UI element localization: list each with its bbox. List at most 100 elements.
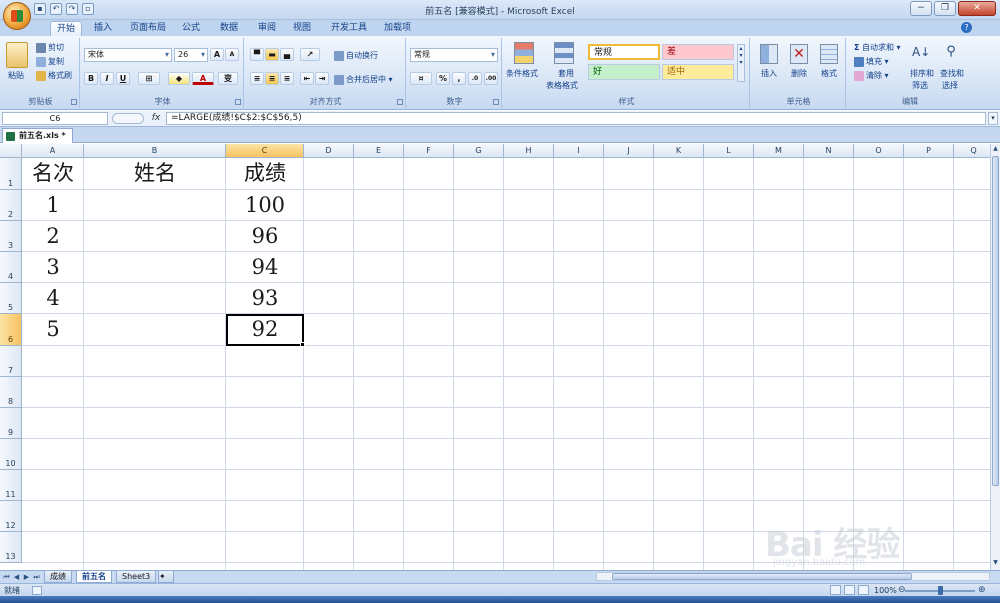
style-bad[interactable]: 差 xyxy=(662,44,734,60)
find-select-label-2[interactable]: 选择 xyxy=(942,80,958,91)
cell-a4[interactable]: 3 xyxy=(22,252,84,283)
column-header[interactable]: P xyxy=(904,144,954,158)
row-header[interactable]: 5 xyxy=(0,283,22,314)
cell-c5[interactable]: 93 xyxy=(226,283,304,314)
ribbon-tab[interactable]: 视图 xyxy=(287,21,317,36)
align-right-button[interactable]: ≡ xyxy=(280,72,294,85)
row-header[interactable]: 2 xyxy=(0,190,22,221)
style-good[interactable]: 好 xyxy=(588,64,660,80)
row-header[interactable]: 4 xyxy=(0,252,22,283)
cell-b1[interactable]: 姓名 xyxy=(84,158,226,190)
fill-color-button[interactable]: ◆ xyxy=(168,72,190,85)
insert-cells-icon[interactable] xyxy=(760,44,778,64)
align-middle-button[interactable]: ▬ xyxy=(265,48,279,61)
ribbon-tab[interactable]: 插入 xyxy=(88,21,118,36)
zoom-level[interactable]: 100% xyxy=(874,585,897,596)
sheet-tab[interactable]: Sheet3 xyxy=(116,571,157,583)
zoom-slider-knob[interactable] xyxy=(938,586,943,595)
column-header[interactable]: O xyxy=(854,144,904,158)
column-header[interactable]: E xyxy=(354,144,404,158)
comma-button[interactable]: , xyxy=(452,72,466,85)
cell-a1[interactable]: 名次 xyxy=(22,158,84,190)
vertical-scroll-thumb[interactable] xyxy=(992,156,999,486)
column-header[interactable]: M xyxy=(754,144,804,158)
row-header[interactable]: 12 xyxy=(0,501,22,532)
clear-button[interactable]: 清除 ▾ xyxy=(854,70,889,81)
formula-expand-handle[interactable] xyxy=(112,113,144,124)
macro-record-icon[interactable] xyxy=(32,586,42,595)
ribbon-tab[interactable]: 公式 xyxy=(176,21,206,36)
conditional-format-icon[interactable] xyxy=(514,42,534,64)
fill-handle[interactable] xyxy=(300,342,305,347)
conditional-format-button[interactable]: 条件格式 xyxy=(506,68,538,79)
font-size-select[interactable]: 26 xyxy=(174,48,208,62)
help-icon[interactable]: ? xyxy=(961,22,972,33)
column-header[interactable]: I xyxy=(554,144,604,158)
column-header[interactable]: C xyxy=(226,144,304,158)
italic-button[interactable]: I xyxy=(100,72,114,85)
decrease-decimal-button[interactable]: .00 xyxy=(484,72,498,85)
fill-button[interactable]: 填充 ▾ xyxy=(854,56,889,67)
row-header[interactable]: 9 xyxy=(0,408,22,439)
insert-function-icon[interactable]: fx xyxy=(148,112,164,125)
sort-filter-label-2[interactable]: 筛选 xyxy=(912,80,928,91)
sheet-tab[interactable]: 成绩 xyxy=(44,571,72,583)
sort-filter-icon[interactable]: A↓ xyxy=(912,42,930,62)
find-select-label-1[interactable]: 查找和 xyxy=(940,68,964,79)
column-header[interactable]: D xyxy=(304,144,354,158)
scroll-up-icon[interactable]: ▲ xyxy=(991,144,1000,154)
page-layout-view-icon[interactable] xyxy=(844,585,855,595)
align-bottom-button[interactable]: ▄ xyxy=(280,48,294,61)
row-header[interactable]: 1 xyxy=(0,158,22,190)
column-header[interactable]: N xyxy=(804,144,854,158)
column-header[interactable]: B xyxy=(84,144,226,158)
formula-input[interactable]: =LARGE(成绩!$C$2:$C$56,5) xyxy=(166,112,986,125)
row-header[interactable]: 8 xyxy=(0,377,22,408)
grow-font-button[interactable]: A xyxy=(210,48,224,61)
document-tab[interactable]: 前五名.xls * xyxy=(2,128,73,143)
paste-button[interactable]: 粘贴 xyxy=(8,70,24,81)
column-header[interactable]: J xyxy=(604,144,654,158)
row-header[interactable]: 13 xyxy=(0,532,22,563)
style-normal[interactable]: 常规 xyxy=(588,44,660,60)
shrink-font-button[interactable]: A xyxy=(225,48,239,61)
autosum-button[interactable]: Σ 自动求和 ▾ xyxy=(854,42,901,53)
formula-bar-expand-icon[interactable]: ▾ xyxy=(988,112,998,125)
cell-a6[interactable]: 5 xyxy=(22,314,84,346)
select-all-corner[interactable] xyxy=(0,144,22,158)
cell-a3[interactable]: 2 xyxy=(22,221,84,252)
paste-icon[interactable] xyxy=(6,42,28,68)
row-header[interactable]: 11 xyxy=(0,470,22,501)
format-painter-button[interactable]: 格式刷 xyxy=(36,70,72,81)
normal-view-icon[interactable] xyxy=(830,585,841,595)
format-cells-button[interactable]: 格式 xyxy=(821,68,837,79)
next-sheet-icon[interactable]: ▶ xyxy=(22,572,31,582)
align-left-button[interactable]: ≡ xyxy=(250,72,264,85)
cell-a5[interactable]: 4 xyxy=(22,283,84,314)
column-header[interactable]: K xyxy=(654,144,704,158)
cut-button[interactable]: 剪切 xyxy=(36,42,64,53)
clipboard-launcher-icon[interactable] xyxy=(71,99,77,105)
format-as-table-label-2[interactable]: 表格格式 xyxy=(546,80,578,91)
first-sheet-icon[interactable]: ⏮ xyxy=(2,572,11,582)
alignment-launcher-icon[interactable] xyxy=(397,99,403,105)
vertical-scrollbar[interactable]: ▲ ▼ xyxy=(990,144,1000,570)
number-format-select[interactable]: 常规 xyxy=(410,48,498,62)
wrap-text-button[interactable]: 自动换行 xyxy=(334,50,378,61)
delete-cells-button[interactable]: 删除 xyxy=(791,68,807,79)
cell-c1[interactable]: 成绩 xyxy=(226,158,304,190)
scroll-down-icon[interactable]: ▼ xyxy=(991,558,1000,568)
row-header[interactable]: 7 xyxy=(0,346,22,377)
worksheet-grid[interactable]: ABCDEFGHIJKLMNOPQ 1 2 3 4 5 6 7 8 9 10 11 12 13 名次 姓名… xyxy=(0,144,990,570)
office-button[interactable] xyxy=(3,2,31,30)
format-as-table-label-1[interactable]: 套用 xyxy=(558,68,574,79)
percent-button[interactable]: % xyxy=(436,72,450,85)
ribbon-tab[interactable]: 审阅 xyxy=(252,21,282,36)
column-header[interactable]: Q xyxy=(954,144,990,158)
styles-scroll-arrows[interactable]: ▴ ▾ ▾ xyxy=(737,44,745,82)
ribbon-tab[interactable]: 开发工具 xyxy=(325,21,373,36)
row-header[interactable]: 3 xyxy=(0,221,22,252)
row-header[interactable]: 10 xyxy=(0,439,22,470)
ribbon-tab[interactable]: 加载项 xyxy=(378,21,417,36)
increase-indent-button[interactable]: ⇥ xyxy=(315,72,329,85)
